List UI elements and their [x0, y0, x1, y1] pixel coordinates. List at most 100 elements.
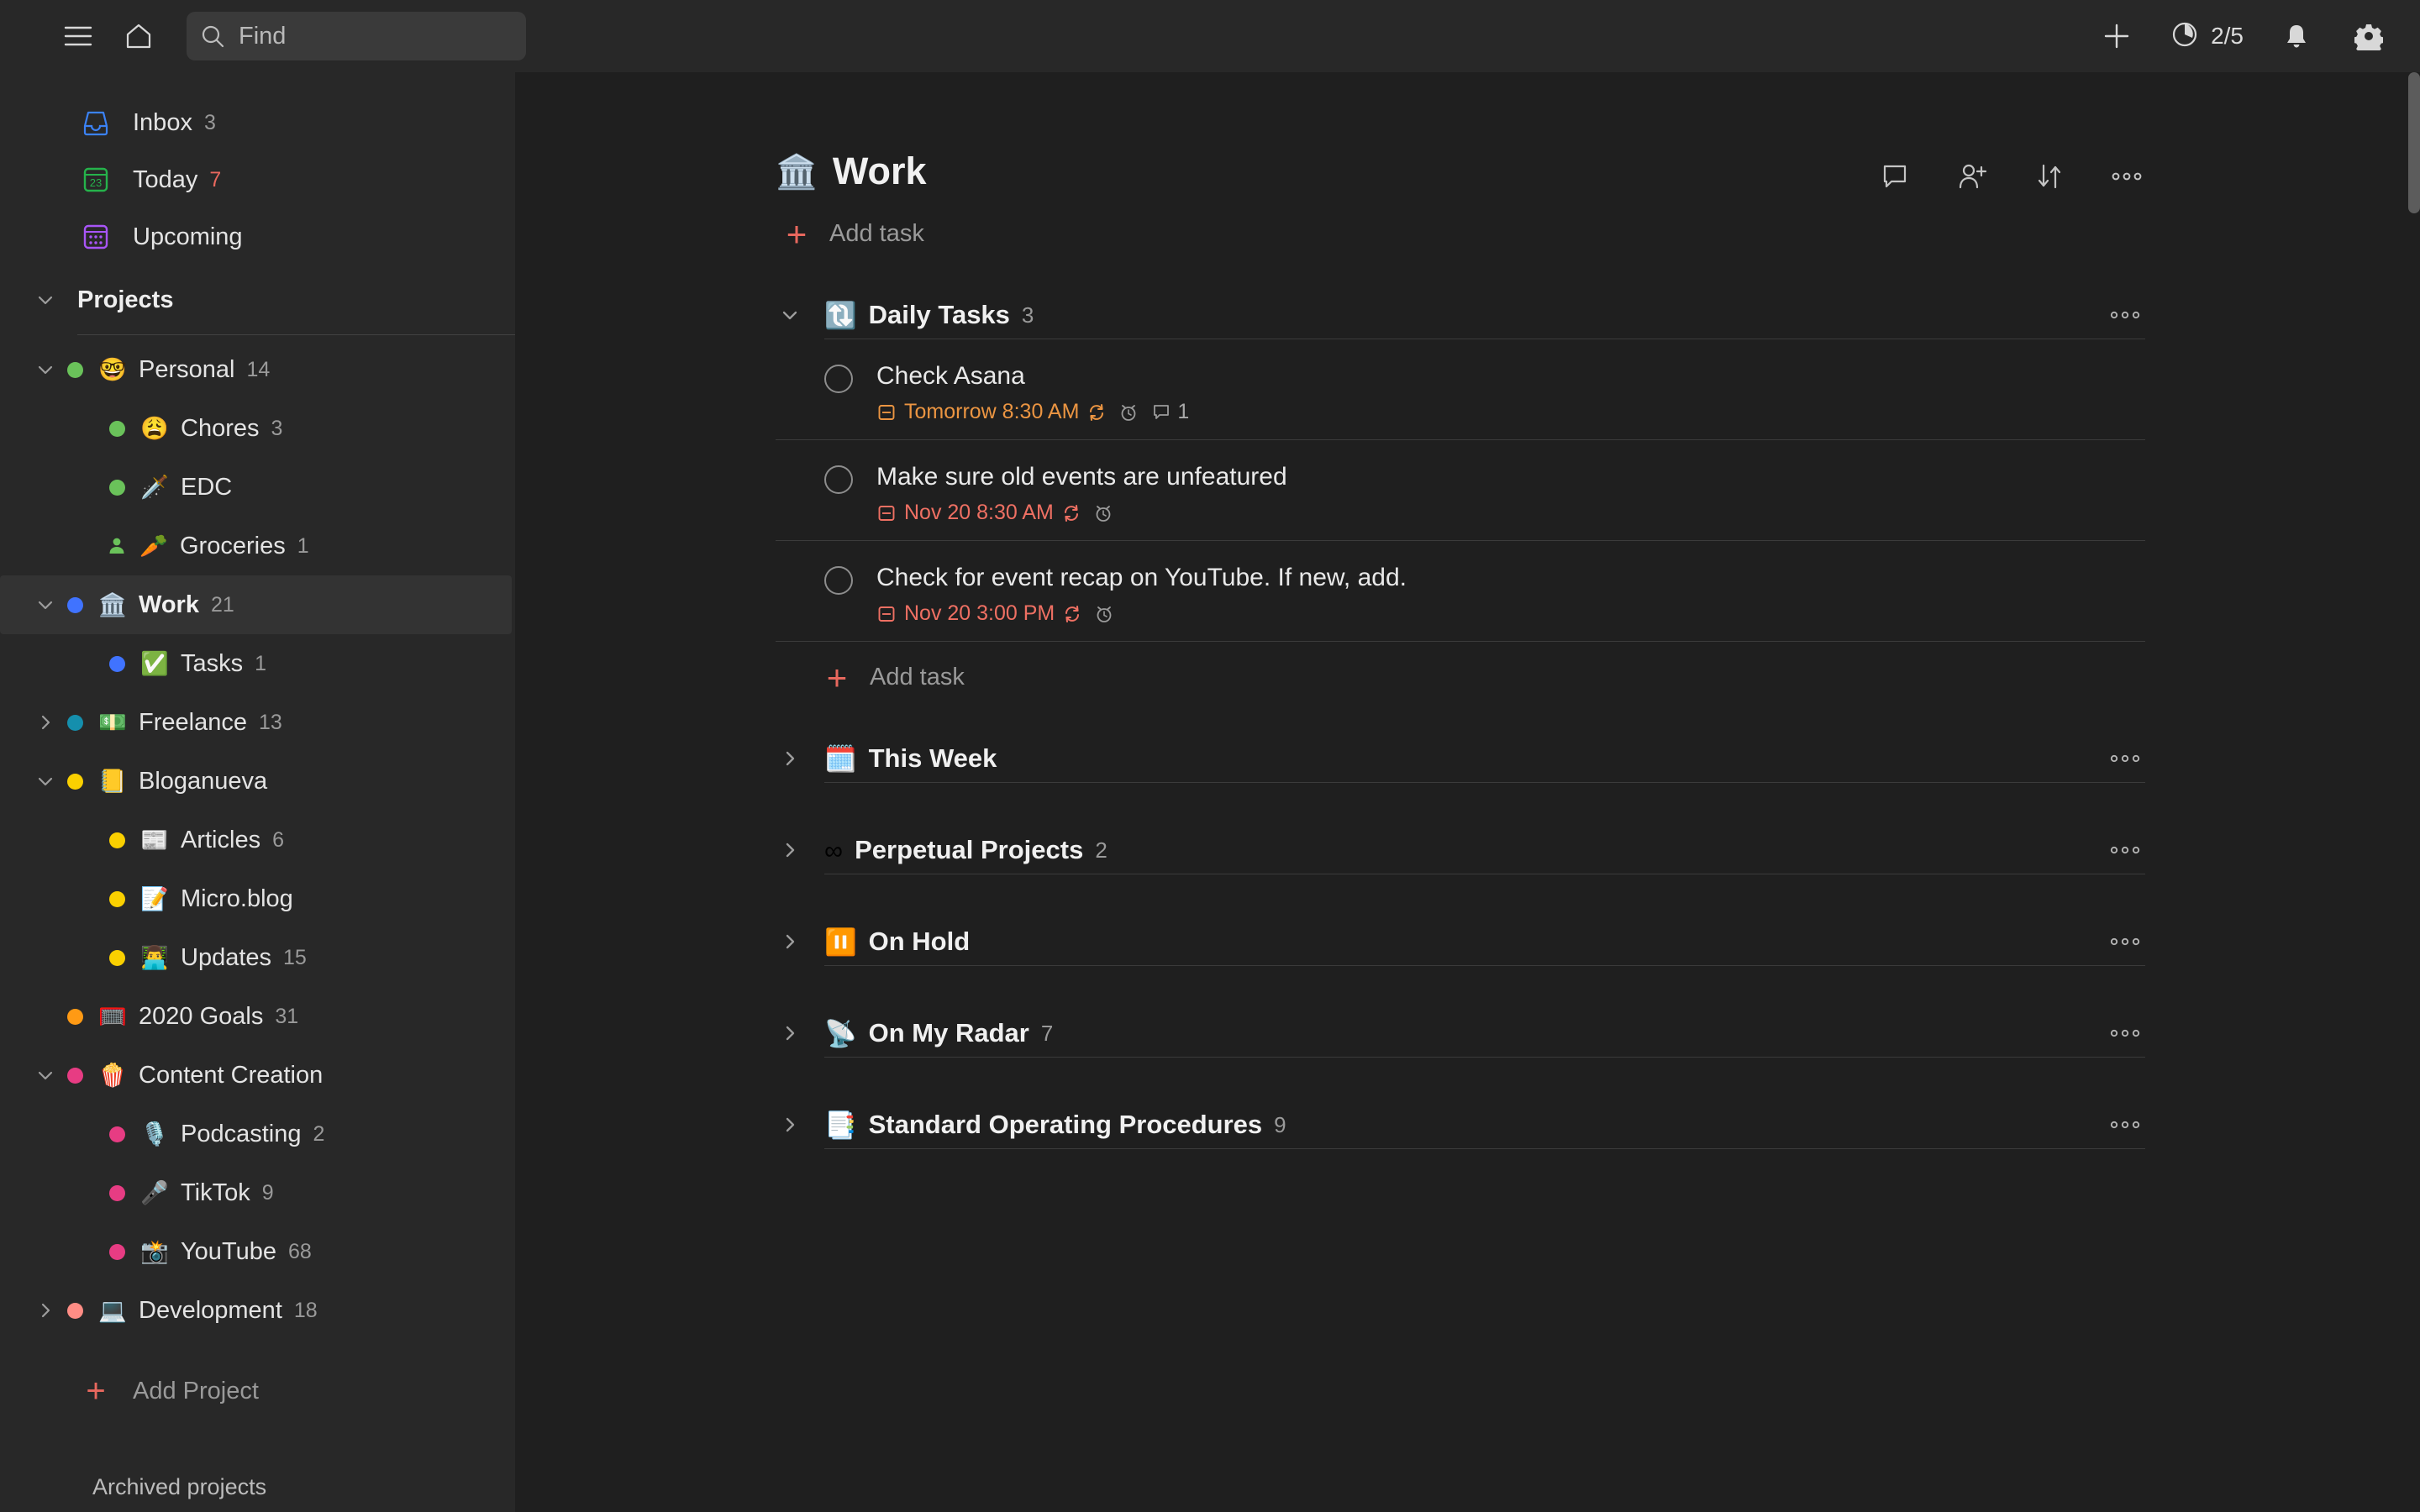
recurring-icon: [1062, 604, 1082, 624]
sidebar-project-podcasting[interactable]: 🎙️ Podcasting 2: [0, 1105, 512, 1163]
section-header[interactable]: ⏸️ On Hold: [776, 918, 2145, 965]
task-checkbox[interactable]: [824, 365, 853, 393]
task-section: ∞ Perpetual Projects 2: [776, 827, 2145, 874]
add-task-button-section[interactable]: + Add task: [776, 642, 2145, 696]
hamburger-icon[interactable]: [59, 17, 97, 55]
scrollbar[interactable]: [2408, 72, 2420, 213]
sidebar-project-edc[interactable]: 🗡️ EDC: [0, 458, 512, 517]
chevron-right-icon[interactable]: [776, 927, 804, 956]
search-box[interactable]: [187, 12, 555, 60]
sidebar-project-updates[interactable]: 👨‍💻 Updates 15: [0, 928, 512, 987]
task-meta: Nov 20 3:00 PM: [876, 601, 1407, 626]
chevron-down-icon[interactable]: [32, 356, 59, 383]
section-more-options-icon[interactable]: [2108, 1119, 2142, 1131]
section-header[interactable]: 📑 Standard Operating Procedures 9: [776, 1101, 2145, 1148]
section-header[interactable]: 📡 On My Radar 7: [776, 1010, 2145, 1057]
task-row[interactable]: Make sure old events are unfeatured Nov 2…: [776, 440, 2145, 541]
chevron-right-icon[interactable]: [776, 1019, 804, 1047]
project-emoji-icon: 😩: [140, 415, 169, 441]
chevron-down-icon[interactable]: [776, 301, 804, 329]
project-count: 2: [313, 1121, 325, 1146]
more-options-icon[interactable]: [2108, 158, 2145, 195]
task-row[interactable]: Check for event recap on YouTube. If new…: [776, 541, 2145, 642]
task-meta: Nov 20 8:30 AM: [876, 501, 1287, 525]
project-count: 6: [272, 827, 284, 852]
task-due-date[interactable]: Nov 20 3:00 PM: [876, 601, 1082, 626]
project-name: Podcasting: [181, 1120, 302, 1147]
home-icon[interactable]: [119, 17, 158, 55]
section-more-options-icon[interactable]: [2108, 844, 2142, 856]
sidebar-project-articles[interactable]: 📰 Articles 6: [0, 811, 512, 869]
sidebar-project-content-creation[interactable]: 🍿 Content Creation: [0, 1046, 512, 1105]
section-header[interactable]: ∞ Perpetual Projects 2: [776, 827, 2145, 874]
task-title: Check Asana: [876, 362, 1025, 390]
sidebar-project-2020-goals[interactable]: 🥅 2020 Goals 31: [0, 987, 512, 1046]
sidebar-project-groceries[interactable]: 🥕 Groceries 1: [0, 517, 512, 575]
sidebar-project-development[interactable]: 💻 Development 18: [0, 1281, 512, 1340]
section-more-options-icon[interactable]: [2108, 753, 2142, 764]
task-checkbox[interactable]: [824, 566, 853, 595]
chevron-down-icon[interactable]: [32, 1062, 59, 1089]
task-checkbox[interactable]: [824, 465, 853, 494]
chevron-right-icon[interactable]: [32, 709, 59, 736]
project-name: Micro.blog: [181, 885, 293, 912]
sidebar-project-freelance[interactable]: 💵 Freelance 13: [0, 693, 512, 752]
search-input[interactable]: [225, 22, 555, 50]
sidebar-project-tasks[interactable]: ✅ Tasks 1: [0, 634, 512, 693]
gear-icon[interactable]: [2349, 17, 2388, 55]
plus-icon[interactable]: [2097, 17, 2136, 55]
chevron-right-icon[interactable]: [776, 836, 804, 864]
karma-indicator[interactable]: 2/5: [2170, 19, 2244, 54]
bell-icon[interactable]: [2277, 17, 2316, 55]
archived-projects-link[interactable]: Archived projects: [0, 1474, 266, 1500]
chevron-down-icon[interactable]: [32, 591, 59, 618]
section-name: This Week: [868, 743, 997, 773]
recurring-icon: [1061, 503, 1081, 523]
task-row[interactable]: Check Asana Tomorrow 8:30 AM 1: [776, 339, 2145, 440]
projects-section-header[interactable]: Projects: [0, 272, 515, 328]
section-header[interactable]: 🔃 Daily Tasks 3: [776, 291, 2145, 339]
project-name: 2020 Goals: [139, 1002, 264, 1030]
comment-count-label: 1: [1177, 400, 1190, 423]
section-more-options-icon[interactable]: [2108, 309, 2142, 321]
main-content: 🏛️ Work + Add task 🔃 Daily Tasks 3 Check…: [515, 72, 2420, 1512]
project-color-dot: [67, 1008, 83, 1025]
task-comment-count[interactable]: 1: [1150, 400, 1189, 424]
project-count: 3: [271, 416, 283, 440]
project-name: Bloganueva: [139, 767, 268, 795]
sidebar-project-personal[interactable]: 🤓 Personal 14: [0, 340, 512, 399]
sidebar-project-bloganueva[interactable]: 📒 Bloganueva: [0, 752, 512, 811]
project-emoji-icon: 📰: [140, 827, 169, 853]
alarm-clock-icon: [1093, 603, 1115, 625]
comments-icon[interactable]: [1876, 158, 1913, 195]
section-header[interactable]: 🗓️ This Week: [776, 735, 2145, 782]
project-name: Tasks: [181, 649, 244, 677]
project-name: Content Creation: [139, 1061, 324, 1089]
sidebar-project-chores[interactable]: 😩 Chores 3: [0, 399, 512, 458]
chevron-right-icon[interactable]: [776, 1110, 804, 1139]
section-more-options-icon[interactable]: [2108, 1027, 2142, 1039]
add-project-button[interactable]: + Add Project: [0, 1362, 515, 1420]
chevron-right-icon[interactable]: [776, 744, 804, 773]
sidebar-project-tiktok[interactable]: 🎤 TikTok 9: [0, 1163, 512, 1222]
chevron-down-icon[interactable]: [32, 286, 59, 313]
sort-icon[interactable]: [2031, 158, 2068, 195]
task-due-date[interactable]: Nov 20 8:30 AM: [876, 501, 1081, 525]
section-count: 9: [1274, 1111, 1286, 1137]
sidebar-item-inbox[interactable]: Inbox 3: [0, 94, 515, 151]
project-emoji-icon: 🎤: [140, 1179, 169, 1205]
chevron-right-icon[interactable]: [32, 1297, 59, 1324]
sidebar-project-micro-blog[interactable]: 📝 Micro.blog: [0, 869, 512, 928]
chevron-down-icon[interactable]: [32, 768, 59, 795]
task-body: Make sure old events are unfeatured Nov 2…: [876, 462, 1287, 525]
sidebar: Inbox 3 23 Today 7 Upcoming Projects 🤓 P…: [0, 72, 515, 1512]
sidebar-project-youtube[interactable]: 📸 YouTube 68: [0, 1222, 512, 1281]
sidebar-item-upcoming[interactable]: Upcoming: [0, 208, 515, 265]
sidebar-item-today[interactable]: 23 Today 7: [0, 151, 515, 208]
add-person-icon[interactable]: [1954, 158, 1991, 195]
section-more-options-icon[interactable]: [2108, 936, 2142, 948]
add-task-button-top[interactable]: + Add task: [776, 216, 2145, 252]
task-due-date[interactable]: Tomorrow 8:30 AM: [876, 400, 1107, 424]
sidebar-project-work[interactable]: 🏛️ Work 21: [0, 575, 512, 634]
project-count: 68: [287, 1239, 312, 1263]
